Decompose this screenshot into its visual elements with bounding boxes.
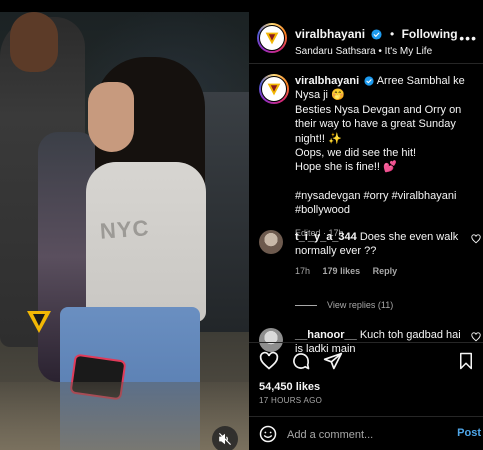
likes-count[interactable]: 54,450 likes [259,381,320,393]
verified-badge-icon [364,76,374,86]
replies-divider-line [295,304,317,306]
like-heart-icon[interactable] [259,351,279,371]
viralbhayani-logo-icon [265,32,279,45]
post-time-ago: 17 HOURS AGO [259,396,323,405]
view-replies-button[interactable]: View replies (11) [295,300,393,310]
audio-track-link[interactable]: Sandaru Sathsara • It's My Life [295,46,465,57]
post-details-panel: viralbhayani • Following Sandaru Sathsar… [249,12,483,450]
verified-badge-icon [371,29,383,40]
commenter-avatar[interactable] [259,230,283,254]
post-comment-button[interactable]: Post [457,427,481,439]
following-button[interactable]: Following [402,27,458,41]
author-avatar[interactable] [257,23,287,53]
bodyguard-head [10,12,58,72]
view-replies-label: View replies (11) [327,300,394,310]
comment-bubble-icon[interactable] [291,351,311,371]
more-options-icon[interactable]: ••• [459,30,477,46]
caption-line-4: Hope she is fine!! 💕 [295,161,397,174]
commenter-username[interactable]: __hanoor__ [295,329,357,341]
comment-like-heart-icon[interactable] [471,332,481,342]
commenter-username[interactable]: t_i_y_a_344 [295,231,357,243]
comment-likes[interactable]: 179 likes [323,266,361,276]
save-bookmark-icon[interactable] [457,351,475,371]
separator-dot: • [389,27,395,41]
reply-button[interactable]: Reply [373,266,398,276]
caption-hashtags[interactable]: #nysadevgan #orry #viralbhayani #bollywo… [295,189,483,218]
add-comment-bar: Post [249,416,483,450]
caption-line-3: Oops, we did see the hit! [295,147,417,160]
caption-username[interactable]: viralbhayani [295,75,359,87]
mute-toggle-button[interactable] [212,426,238,450]
emoji-smiley-icon[interactable] [259,425,277,443]
post-actions: 54,450 likes 17 HOURS AGO [249,342,483,405]
comments-list[interactable]: viralbhayani Arree Sambhal ke Nysa ji 🤭 … [249,64,483,354]
caption-avatar[interactable] [259,74,289,104]
comment-like-heart-icon[interactable] [471,234,481,244]
caption-line-2: Besties Nysa Devgan and Orry on their wa… [295,103,462,145]
caption-text: viralbhayani Arree Sambhal ke Nysa ji 🤭 … [295,74,483,240]
speaker-muted-icon [219,433,231,445]
viralbhayani-logo-icon [267,83,281,96]
woman-face [88,82,134,152]
comment-time: 17h [295,266,311,276]
post-header: viralbhayani • Following Sandaru Sathsar… [249,12,483,64]
share-send-icon[interactable] [323,351,343,371]
shirt-print: NYC [99,215,151,244]
comment-input[interactable] [287,426,437,444]
viralbhayani-watermark-icon [27,311,51,333]
author-username[interactable]: viralbhayani [295,27,365,41]
post-video[interactable]: NYC [0,12,249,450]
